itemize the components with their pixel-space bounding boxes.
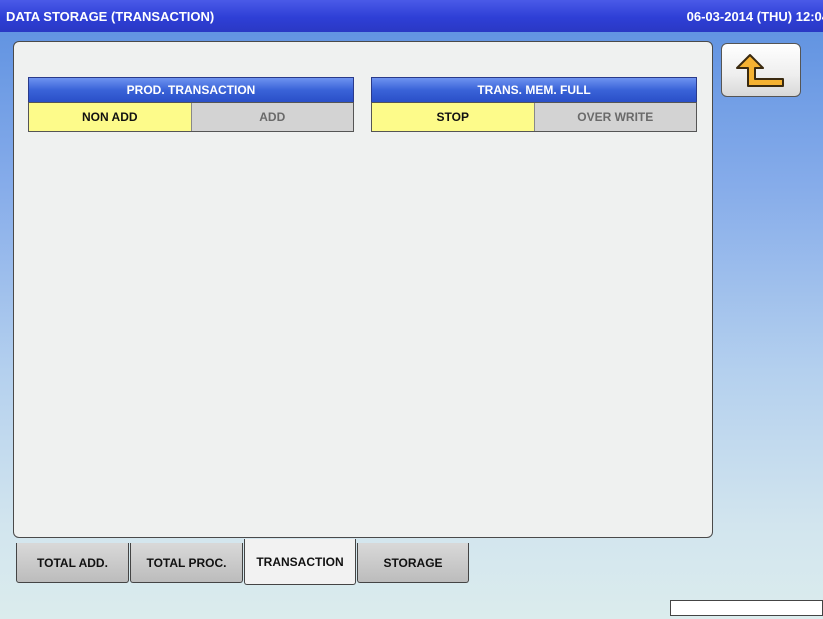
over-write-option[interactable]: OVER WRITE — [533, 103, 696, 131]
date-time-display: 06-03-2014 (THU) 12:04 — [686, 8, 823, 24]
add-option[interactable]: ADD — [190, 103, 353, 131]
screen-title: DATA STORAGE (TRANSACTION) — [6, 8, 215, 24]
prod-transaction-heading: PROD. TRANSACTION — [28, 77, 354, 102]
settings-panel: PROD. TRANSACTION NON ADD ADD TRANS. MEM… — [13, 41, 713, 538]
tab-total-add[interactable]: TOTAL ADD. — [16, 543, 129, 583]
back-button[interactable] — [721, 43, 801, 97]
return-arrow-icon — [736, 54, 784, 87]
trans-mem-full-heading: TRANS. MEM. FULL — [371, 77, 697, 102]
trans-mem-full-options: STOP OVER WRITE — [371, 102, 697, 132]
tab-total-proc[interactable]: TOTAL PROC. — [130, 543, 243, 583]
prod-transaction-options: NON ADD ADD — [28, 102, 354, 132]
trans-mem-full-group: TRANS. MEM. FULL STOP OVER WRITE — [371, 77, 697, 132]
stop-option[interactable]: STOP — [372, 103, 534, 131]
tab-transaction[interactable]: TRANSACTION — [244, 539, 356, 585]
tab-storage[interactable]: STORAGE — [357, 543, 469, 583]
non-add-option[interactable]: NON ADD — [29, 103, 191, 131]
title-bar: DATA STORAGE (TRANSACTION) 06-03-2014 (T… — [0, 0, 823, 32]
prod-transaction-group: PROD. TRANSACTION NON ADD ADD — [28, 77, 354, 132]
status-message-box — [670, 600, 823, 616]
